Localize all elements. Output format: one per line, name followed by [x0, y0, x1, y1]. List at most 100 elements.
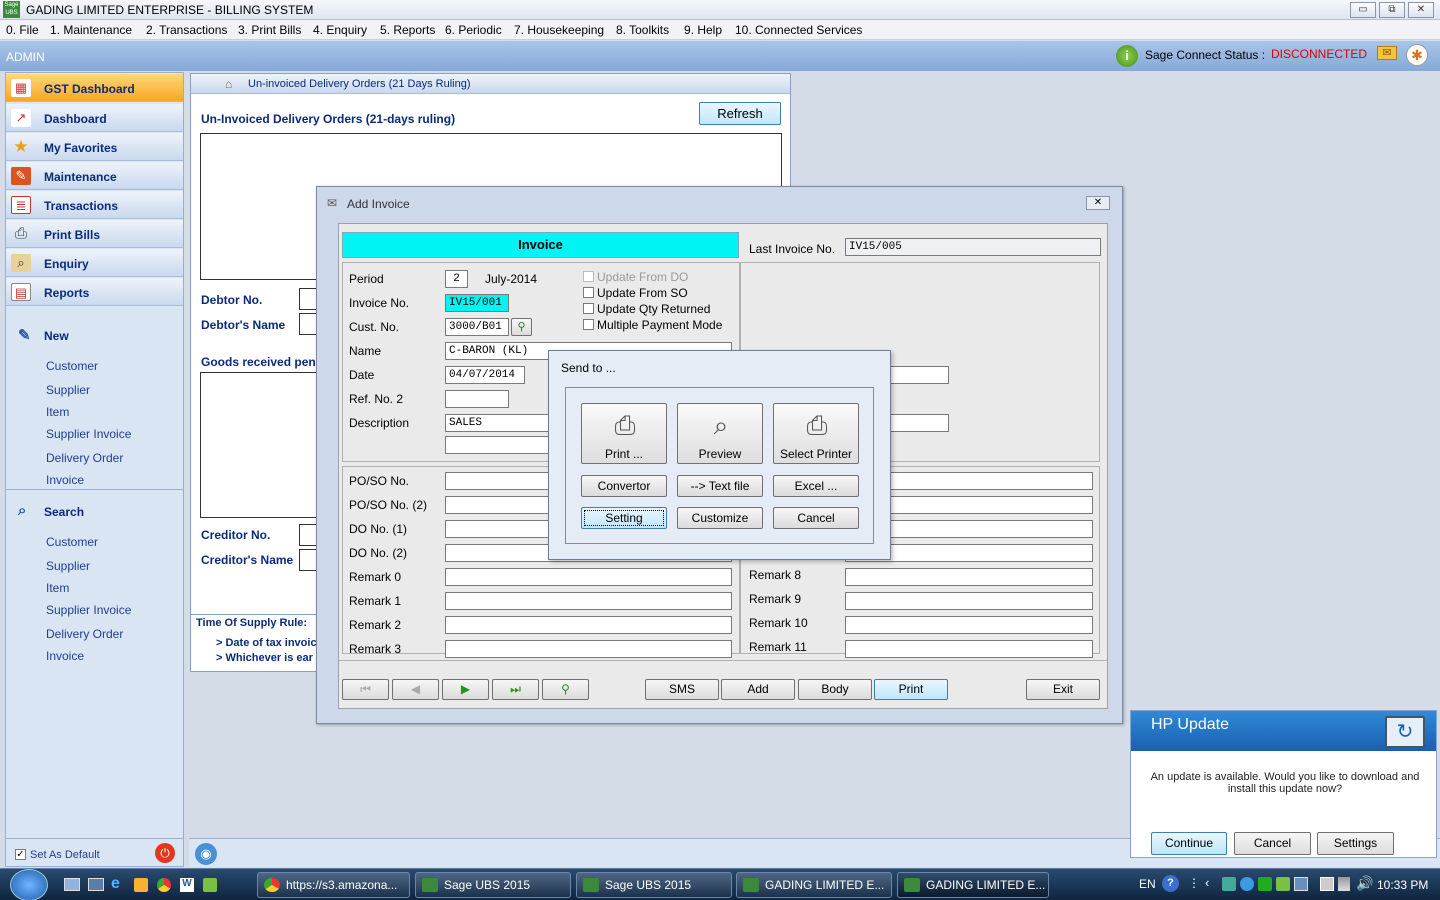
search-delivery-order-link[interactable]: Delivery Order — [46, 627, 123, 641]
menu-enquiry[interactable]: 4. Enquiry — [313, 23, 367, 37]
preview-button[interactable]: ⌕ Preview — [677, 403, 763, 464]
start-button[interactable] — [10, 869, 48, 900]
tray-security-icon[interactable] — [1258, 877, 1272, 891]
restore-button[interactable]: ⧉ — [1379, 2, 1405, 18]
right-field-1[interactable] — [887, 366, 949, 384]
text-file-button[interactable]: --> Text file — [677, 475, 763, 497]
tray-power-icon[interactable] — [1320, 877, 1334, 891]
menu-toolkits[interactable]: 8. Toolkits — [616, 23, 669, 37]
new-invoice-link[interactable]: Invoice — [46, 473, 84, 487]
update-qty-returned-checkbox[interactable] — [583, 303, 594, 314]
help-icon[interactable]: ? — [1162, 875, 1179, 892]
clock[interactable]: 10:33 PM — [1377, 878, 1428, 892]
search-invoice-link[interactable]: Invoice — [46, 649, 84, 663]
menu-file[interactable]: 0. File — [6, 23, 39, 37]
sms-button[interactable]: SMS — [645, 679, 719, 700]
cust-no-field[interactable]: 3000/B01 — [445, 318, 509, 336]
nav-gst-dashboard[interactable]: ▦ GST Dashboard — [6, 74, 183, 102]
hp-cancel-button[interactable]: Cancel — [1234, 832, 1311, 855]
period-field[interactable]: 2 — [445, 270, 468, 288]
update-from-do-checkbox[interactable] — [583, 271, 594, 282]
menu-housekeeping[interactable]: 7. Housekeeping — [514, 23, 604, 37]
app-icon[interactable] — [203, 878, 217, 892]
search-customer-link[interactable]: Customer — [46, 535, 98, 549]
dialog-close-button[interactable]: ✕ — [1086, 196, 1110, 210]
tray-sage-icon[interactable] — [1276, 877, 1290, 891]
multiple-payment-checkbox[interactable] — [583, 319, 594, 330]
tray-network-icon[interactable] — [1222, 877, 1236, 891]
task-gading-1[interactable]: GADING LIMITED E... — [736, 872, 892, 898]
new-item-link[interactable]: Item — [46, 405, 69, 419]
cust-lookup-icon[interactable]: ⚲ — [511, 318, 532, 336]
next-record-icon[interactable]: ▶ — [442, 679, 489, 700]
tray-display-icon[interactable] — [1294, 877, 1308, 891]
switch-windows-icon[interactable] — [88, 878, 104, 891]
task-gading-2[interactable]: GADING LIMITED E... — [897, 872, 1049, 898]
exit-button[interactable]: Exit — [1026, 679, 1100, 700]
nav-dashboard[interactable]: ↗ Dashboard — [6, 104, 183, 132]
date-field[interactable]: 04/07/2014 — [445, 366, 525, 384]
print-dialog-button[interactable]: ⎙ Print ... — [581, 403, 667, 464]
last-record-icon[interactable]: ⏭ — [492, 679, 539, 700]
task-browser[interactable]: https://s3.amazona... — [257, 872, 410, 898]
task-sage-ubs-1[interactable]: Sage UBS 2015 — [415, 872, 571, 898]
nav-maintenance[interactable]: ✎ Maintenance — [6, 162, 183, 190]
search-record-icon[interactable]: ⚲ — [542, 679, 589, 700]
show-desktop-icon[interactable] — [64, 878, 80, 891]
new-customer-link[interactable]: Customer — [46, 359, 98, 373]
excel-button[interactable]: Excel ... — [773, 475, 859, 497]
remark-11-field[interactable] — [845, 640, 1093, 658]
select-printer-button[interactable]: ⎙ Select Printer — [773, 403, 859, 464]
internet-explorer-icon[interactable]: e — [111, 875, 120, 893]
tray-cloud-icon[interactable] — [1240, 877, 1254, 891]
tray-chevron-icon[interactable]: ‹ — [1205, 875, 1209, 890]
invoice-no-field[interactable]: IV15/001 — [445, 294, 509, 312]
settings-tools-icon[interactable]: ✱ — [1406, 44, 1428, 66]
media-player-icon[interactable] — [134, 878, 148, 892]
remark-2-field[interactable] — [445, 616, 732, 634]
hp-settings-button[interactable]: Settings — [1317, 832, 1394, 855]
goods-received-list[interactable] — [200, 372, 320, 518]
menu-connected-services[interactable]: 10. Connected Services — [735, 23, 862, 37]
menu-help[interactable]: 9. Help — [684, 23, 722, 37]
menu-maintenance[interactable]: 1. Maintenance — [50, 23, 132, 37]
remark-8-field[interactable] — [845, 568, 1093, 586]
task-sage-ubs-2[interactable]: Sage UBS 2015 — [576, 872, 732, 898]
remark-9-field[interactable] — [845, 592, 1093, 610]
setting-button[interactable]: Setting — [581, 507, 667, 529]
add-button[interactable]: Add — [721, 679, 795, 700]
ref2-field[interactable] — [445, 390, 509, 408]
print-button[interactable]: Print — [874, 679, 948, 700]
convertor-button[interactable]: Convertor — [581, 475, 667, 497]
remark-3-field[interactable] — [445, 640, 732, 658]
tray-network-bars-icon[interactable] — [1338, 877, 1350, 891]
set-default-checkbox[interactable]: ✓ — [15, 849, 26, 860]
minimize-button[interactable]: ▭ — [1350, 2, 1376, 18]
tray-overflow-icon[interactable]: ⋮ — [1188, 876, 1200, 890]
search-supplier-invoice-link[interactable]: Supplier Invoice — [46, 603, 131, 617]
search-supplier-link[interactable]: Supplier — [46, 559, 90, 573]
menu-transactions[interactable]: 2. Transactions — [146, 23, 227, 37]
refresh-button[interactable]: Refresh — [699, 102, 781, 125]
nav-my-favorites[interactable]: ★ My Favorites — [6, 133, 183, 161]
mail-icon[interactable]: ✉ — [1377, 46, 1397, 60]
first-record-icon[interactable]: ⏮ — [342, 679, 389, 700]
update-from-so-checkbox[interactable] — [583, 287, 594, 298]
nav-reports[interactable]: ▤ Reports — [6, 278, 183, 306]
close-button[interactable]: ✕ — [1408, 2, 1434, 18]
power-icon[interactable]: ⏻ — [155, 843, 175, 863]
body-button[interactable]: Body — [798, 679, 872, 700]
right-field-2[interactable] — [887, 414, 949, 432]
previous-record-icon[interactable]: ◀ — [392, 679, 439, 700]
word-icon[interactable]: W — [180, 878, 194, 892]
new-delivery-order-link[interactable]: Delivery Order — [46, 451, 123, 465]
new-supplier-invoice-link[interactable]: Supplier Invoice — [46, 427, 131, 441]
chrome-icon[interactable] — [157, 878, 171, 892]
volume-icon[interactable]: 🔊 — [1356, 875, 1373, 892]
cancel-button[interactable]: Cancel — [773, 507, 859, 529]
remark-0-field[interactable] — [445, 568, 732, 586]
rss-icon[interactable]: ◉ — [195, 843, 217, 865]
remark-1-field[interactable] — [445, 592, 732, 610]
customize-button[interactable]: Customize — [677, 507, 763, 529]
nav-transactions[interactable]: ≣ Transactions — [6, 191, 183, 219]
